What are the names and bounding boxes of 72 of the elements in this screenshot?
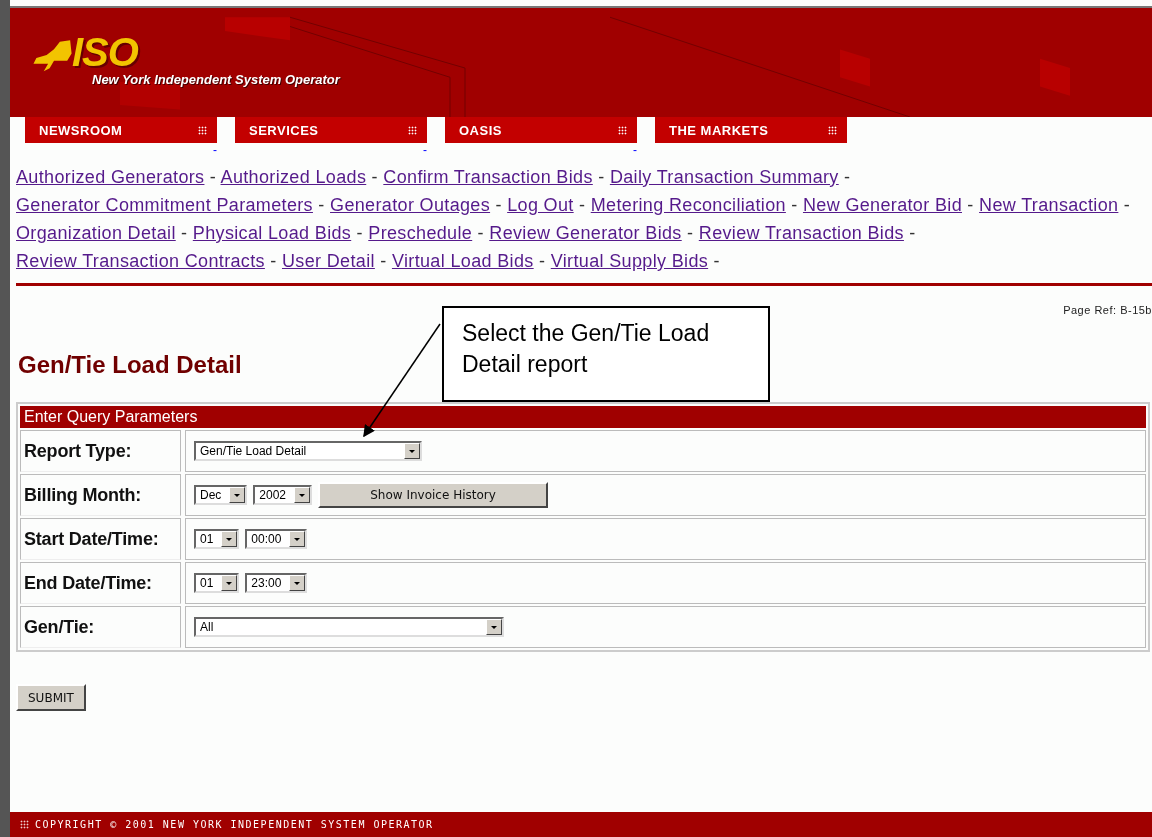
dash-text: - bbox=[633, 143, 637, 157]
separator-text: - bbox=[579, 195, 586, 215]
separator-text: - bbox=[495, 195, 502, 215]
dots-icon bbox=[408, 125, 417, 135]
separator-text: - bbox=[477, 223, 484, 243]
dots-icon bbox=[828, 125, 837, 135]
nav-tab[interactable]: THE MARKETS bbox=[655, 117, 847, 143]
separator-text: - bbox=[713, 251, 720, 271]
separator-text: - bbox=[844, 167, 851, 187]
nav-link[interactable]: New Generator Bid bbox=[802, 195, 962, 215]
page-title: Gen/Tie Load Detail bbox=[18, 350, 242, 380]
dropdown[interactable]: 2002 bbox=[253, 485, 313, 505]
separator-text: - bbox=[380, 251, 387, 271]
separator-text: - bbox=[356, 223, 363, 243]
dots-icon bbox=[618, 125, 627, 135]
separator-text: - bbox=[209, 167, 217, 187]
dropdown[interactable]: 23:00 bbox=[245, 573, 308, 593]
separator-text: - bbox=[181, 223, 188, 243]
separator-text: - bbox=[318, 195, 325, 215]
logo-text: ISO bbox=[72, 32, 138, 72]
nav-tab[interactable]: SERVICES bbox=[235, 117, 427, 143]
dropdown[interactable]: 01 bbox=[194, 529, 240, 549]
dots-icon bbox=[20, 820, 29, 829]
dropdown[interactable]: Dec bbox=[194, 485, 248, 505]
nav-link[interactable]: Metering Reconciliation bbox=[590, 195, 786, 215]
field-label: Report Type: bbox=[20, 430, 181, 472]
nav-link[interactable]: Review Transaction Contracts bbox=[16, 251, 265, 271]
field-label: Start Date/Time: bbox=[20, 518, 181, 560]
nav-link[interactable]: Confirm Transaction Bids bbox=[383, 167, 593, 187]
form-title-bar: Enter Query Parameters bbox=[20, 406, 1146, 428]
nav-tab[interactable]: OASIS bbox=[445, 117, 637, 143]
field-label: Gen/Tie: bbox=[20, 606, 181, 648]
nav-link[interactable]: User Detail bbox=[282, 251, 375, 271]
nav-link[interactable]: Organization Detail bbox=[16, 223, 176, 243]
dots-icon bbox=[198, 125, 207, 135]
copyright-text: COPYRIGHT © 2001 NEW YORK INDEPENDENT SYSTEM OPERATOR bbox=[35, 819, 434, 830]
separator-text: - bbox=[909, 223, 916, 243]
dropdown[interactable]: All bbox=[194, 617, 504, 637]
nav-link[interactable]: Virtual Load Bids bbox=[391, 251, 534, 271]
separator-text: - bbox=[539, 251, 546, 271]
nav-link[interactable]: Virtual Supply Bids bbox=[550, 251, 709, 271]
nav-link[interactable]: Authorized Generators bbox=[16, 167, 205, 187]
nav-link[interactable]: Review Transaction Bids bbox=[698, 223, 904, 243]
separator-text: - bbox=[598, 167, 605, 187]
separator-text: - bbox=[270, 251, 277, 271]
page-ref: Page Ref: B-15b bbox=[1063, 304, 1152, 316]
nav-link[interactable]: Generator Commitment Parameters bbox=[16, 195, 313, 215]
invoice-history-button[interactable]: Show Invoice History bbox=[318, 482, 549, 508]
nav-tab[interactable]: NEWSROOM bbox=[25, 117, 217, 143]
dropdown[interactable]: Gen/Tie Load Detail bbox=[194, 441, 422, 461]
dash-text: - bbox=[423, 143, 427, 157]
field-label: End Date/Time: bbox=[20, 562, 181, 604]
nav-link[interactable]: Preschedule bbox=[368, 223, 473, 243]
field-label: Billing Month: bbox=[20, 474, 181, 516]
nav-link[interactable]: Physical Load Bids bbox=[192, 223, 352, 243]
separator-text: - bbox=[967, 195, 974, 215]
nav-link[interactable]: Daily Transaction Summary bbox=[609, 167, 839, 187]
dropdown[interactable]: 01 bbox=[194, 573, 240, 593]
separator-text: - bbox=[687, 223, 694, 243]
nav-link[interactable]: Review Generator Bids bbox=[489, 223, 682, 243]
submit-button[interactable]: SUBMIT bbox=[16, 684, 86, 711]
subtitle: New York Independent System Operator bbox=[92, 72, 342, 87]
separator-text: - bbox=[791, 195, 798, 215]
nav-link[interactable]: Authorized Loads bbox=[220, 167, 367, 187]
separator-text: - bbox=[1123, 195, 1131, 215]
callout-box: Select the Gen/Tie Load Detail report bbox=[442, 306, 770, 402]
dropdown[interactable]: 00:00 bbox=[245, 529, 308, 549]
nav-link[interactable]: Generator Outages bbox=[330, 195, 491, 215]
dash-text: - bbox=[213, 143, 217, 157]
separator-text: - bbox=[371, 167, 378, 187]
nav-link[interactable]: Log Out bbox=[507, 195, 574, 215]
nav-link[interactable]: New Transaction bbox=[979, 195, 1119, 215]
